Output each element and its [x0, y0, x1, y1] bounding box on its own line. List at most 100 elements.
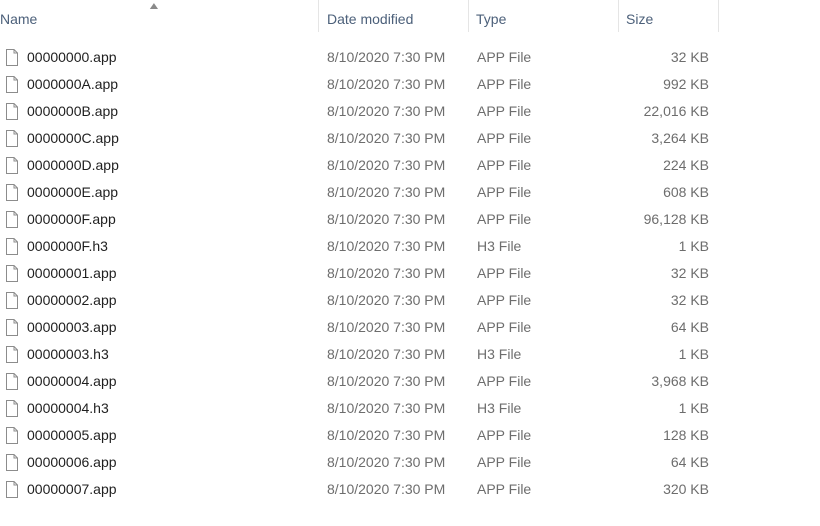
- file-name: 00000006.app: [27, 454, 117, 470]
- file-name: 00000004.h3: [27, 400, 109, 416]
- file-type: APP File: [477, 481, 532, 497]
- column-header-size-label: Size: [626, 11, 654, 27]
- column-header-name[interactable]: Name ▲: [0, 0, 319, 38]
- file-row[interactable]: 0000000B.app 8/10/2020 7:30 PM APP File …: [0, 98, 720, 125]
- file-size: 128 KB: [663, 427, 709, 443]
- file-row[interactable]: 0000000C.app 8/10/2020 7:30 PM APP File …: [0, 125, 720, 152]
- file-row[interactable]: 0000000A.app 8/10/2020 7:30 PM APP File …: [0, 71, 720, 98]
- file-size: 992 KB: [663, 76, 709, 92]
- file-type: APP File: [477, 454, 532, 470]
- file-type: APP File: [477, 76, 532, 92]
- file-date-modified: 8/10/2020 7:30 PM: [327, 427, 446, 443]
- blank-document-icon: [6, 103, 18, 120]
- file-date-modified: 8/10/2020 7:30 PM: [327, 481, 446, 497]
- file-date-modified: 8/10/2020 7:30 PM: [327, 454, 446, 470]
- file-type: APP File: [477, 157, 532, 173]
- file-name: 00000001.app: [27, 265, 117, 281]
- blank-document-icon: [6, 184, 18, 201]
- blank-document-icon: [6, 211, 18, 228]
- file-name: 00000004.app: [27, 373, 117, 389]
- file-name: 00000003.h3: [27, 346, 109, 362]
- file-date-modified: 8/10/2020 7:30 PM: [327, 265, 446, 281]
- file-row[interactable]: 00000003.app 8/10/2020 7:30 PM APP File …: [0, 314, 720, 341]
- file-type: APP File: [477, 427, 532, 443]
- file-type: APP File: [477, 373, 532, 389]
- file-type: APP File: [477, 292, 532, 308]
- file-row[interactable]: 00000002.app 8/10/2020 7:30 PM APP File …: [0, 287, 720, 314]
- file-type: APP File: [477, 130, 532, 146]
- file-date-modified: 8/10/2020 7:30 PM: [327, 400, 446, 416]
- column-resize-handle[interactable]: [718, 0, 719, 32]
- file-size: 22,016 KB: [643, 103, 709, 119]
- file-explorer-details-view: Name ▲ Date modified Type Size 00000000.…: [0, 0, 820, 526]
- column-header-date-modified[interactable]: Date modified: [319, 0, 469, 38]
- column-header-type[interactable]: Type: [469, 0, 619, 38]
- sort-ascending-icon: ▲: [147, 1, 161, 12]
- file-row[interactable]: 00000003.h3 8/10/2020 7:30 PM H3 File 1 …: [0, 341, 720, 368]
- file-size: 64 KB: [670, 454, 709, 470]
- file-size: 320 KB: [663, 481, 709, 497]
- file-size: 32 KB: [670, 265, 709, 281]
- file-row[interactable]: 00000004.app 8/10/2020 7:30 PM APP File …: [0, 368, 720, 395]
- file-type: APP File: [477, 184, 532, 200]
- file-date-modified: 8/10/2020 7:30 PM: [327, 130, 446, 146]
- file-size: 608 KB: [663, 184, 709, 200]
- file-type: APP File: [477, 319, 532, 335]
- blank-document-icon: [6, 130, 18, 147]
- blank-document-icon: [6, 454, 18, 471]
- file-date-modified: 8/10/2020 7:30 PM: [327, 103, 446, 119]
- column-header-size[interactable]: Size: [619, 0, 719, 38]
- file-name: 0000000B.app: [27, 103, 119, 119]
- file-row[interactable]: 0000000F.app 8/10/2020 7:30 PM APP File …: [0, 206, 720, 233]
- column-header-type-label: Type: [476, 11, 507, 27]
- blank-document-icon: [6, 238, 18, 255]
- blank-document-icon: [6, 265, 18, 282]
- file-date-modified: 8/10/2020 7:30 PM: [327, 49, 446, 65]
- file-name: 0000000F.app: [27, 211, 116, 227]
- file-size: 1 KB: [678, 346, 709, 362]
- file-size: 3,264 KB: [651, 130, 709, 146]
- file-list: 00000000.app 8/10/2020 7:30 PM APP File …: [0, 44, 720, 503]
- blank-document-icon: [6, 427, 18, 444]
- file-type: APP File: [477, 265, 532, 281]
- file-row[interactable]: 0000000E.app 8/10/2020 7:30 PM APP File …: [0, 179, 720, 206]
- file-date-modified: 8/10/2020 7:30 PM: [327, 346, 446, 362]
- file-name: 00000007.app: [27, 481, 117, 497]
- file-name: 0000000E.app: [27, 184, 119, 200]
- file-date-modified: 8/10/2020 7:30 PM: [327, 76, 446, 92]
- file-name: 0000000A.app: [27, 76, 119, 92]
- file-name: 0000000F.h3: [27, 238, 108, 254]
- file-size: 64 KB: [670, 319, 709, 335]
- file-row[interactable]: 0000000F.h3 8/10/2020 7:30 PM H3 File 1 …: [0, 233, 720, 260]
- blank-document-icon: [6, 481, 18, 498]
- blank-document-icon: [6, 400, 18, 417]
- file-row[interactable]: 00000007.app 8/10/2020 7:30 PM APP File …: [0, 476, 720, 503]
- file-name: 0000000D.app: [27, 157, 119, 173]
- file-type: APP File: [477, 211, 532, 227]
- file-name: 00000005.app: [27, 427, 117, 443]
- file-date-modified: 8/10/2020 7:30 PM: [327, 157, 446, 173]
- blank-document-icon: [6, 373, 18, 390]
- file-row[interactable]: 00000005.app 8/10/2020 7:30 PM APP File …: [0, 422, 720, 449]
- file-size: 3,968 KB: [651, 373, 709, 389]
- blank-document-icon: [6, 157, 18, 174]
- file-size: 32 KB: [670, 292, 709, 308]
- column-header-name-label: Name: [0, 11, 38, 27]
- file-row[interactable]: 00000006.app 8/10/2020 7:30 PM APP File …: [0, 449, 720, 476]
- file-type: H3 File: [477, 238, 522, 254]
- file-row[interactable]: 00000004.h3 8/10/2020 7:30 PM H3 File 1 …: [0, 395, 720, 422]
- file-name: 00000003.app: [27, 319, 117, 335]
- file-row[interactable]: 0000000D.app 8/10/2020 7:30 PM APP File …: [0, 152, 720, 179]
- file-size: 32 KB: [670, 49, 709, 65]
- file-name: 0000000C.app: [27, 130, 119, 146]
- file-row[interactable]: 00000000.app 8/10/2020 7:30 PM APP File …: [0, 44, 720, 71]
- file-size: 224 KB: [663, 157, 709, 173]
- file-row[interactable]: 00000001.app 8/10/2020 7:30 PM APP File …: [0, 260, 720, 287]
- file-date-modified: 8/10/2020 7:30 PM: [327, 184, 446, 200]
- file-type: APP File: [477, 49, 532, 65]
- file-size: 1 KB: [678, 238, 709, 254]
- file-type: APP File: [477, 103, 532, 119]
- file-type: H3 File: [477, 346, 522, 362]
- blank-document-icon: [6, 76, 18, 93]
- blank-document-icon: [6, 319, 18, 336]
